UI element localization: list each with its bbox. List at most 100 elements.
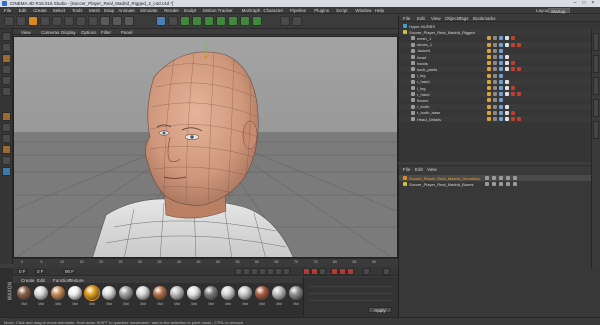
menu-snap[interactable]: Snap <box>104 8 115 13</box>
viewport-menu-filter[interactable]: Filter <box>101 30 111 35</box>
model-mode-icon[interactable] <box>2 43 11 52</box>
material-menu-edit[interactable]: Edit <box>37 278 45 283</box>
om-menu-file[interactable]: File <box>403 16 410 21</box>
object-row[interactable]: Soccer_Player_Real_Madrid_Rigged <box>399 29 600 36</box>
viewport-menu-display[interactable]: Display <box>61 30 76 35</box>
phong-tag-icon[interactable] <box>487 73 491 78</box>
menu-select[interactable]: Select <box>53 8 66 13</box>
close-button[interactable]: × <box>590 1 596 6</box>
array-icon[interactable] <box>216 16 226 26</box>
texture-tag-icon[interactable] <box>499 55 503 59</box>
phong-tag-icon[interactable] <box>487 67 491 72</box>
record-scale-button[interactable] <box>347 268 354 275</box>
weight-tag-icon[interactable] <box>511 92 515 97</box>
frame-current-field[interactable]: 0 F <box>35 269 46 274</box>
material-swatch[interactable] <box>153 286 167 300</box>
menu-sculpt[interactable]: Sculpt <box>184 8 197 13</box>
material-tag-icon[interactable] <box>493 61 497 66</box>
uvw-tag-icon[interactable] <box>505 61 509 66</box>
material-tag-icon[interactable] <box>493 36 497 41</box>
material-swatch[interactable] <box>272 286 286 300</box>
uvw-tag-icon[interactable] <box>505 104 509 109</box>
object-row[interactable]: r_hand <box>399 78 600 85</box>
layer-flag-icon[interactable] <box>485 182 489 186</box>
floor-icon[interactable] <box>240 16 250 26</box>
skin-tag-icon[interactable] <box>517 42 521 47</box>
uvw-tag-icon[interactable] <box>505 117 509 121</box>
uvw-tag-icon[interactable] <box>505 55 509 59</box>
light-icon[interactable] <box>280 16 290 26</box>
viewport-perspective[interactable]: Perspective <box>13 36 398 258</box>
menu-simulate[interactable]: Simulate <box>140 8 158 13</box>
settings-icon[interactable] <box>292 16 302 26</box>
autokey-button[interactable] <box>311 268 318 275</box>
material-tag-icon[interactable] <box>493 55 497 59</box>
cube-icon[interactable] <box>180 16 190 26</box>
camera-icon[interactable] <box>252 16 262 26</box>
next-frame-button[interactable] <box>267 268 274 275</box>
texture-tag-icon[interactable] <box>499 48 503 53</box>
material-tag-icon[interactable] <box>493 67 497 72</box>
material-tag-icon[interactable] <box>493 92 497 97</box>
object-row[interactable]: shoes_1 <box>399 41 600 48</box>
layer-flag-icon[interactable] <box>485 176 489 180</box>
material-swatch[interactable] <box>238 286 252 300</box>
prev-frame-button[interactable] <box>251 268 258 275</box>
material-swatch[interactable] <box>34 286 48 300</box>
uvw-tag-icon[interactable] <box>505 67 509 72</box>
texture-tag-icon[interactable] <box>499 92 503 97</box>
pla-button[interactable] <box>363 268 370 275</box>
record-rotation-button[interactable] <box>339 268 346 275</box>
weight-tag-icon[interactable] <box>511 61 515 66</box>
coord-row-x[interactable] <box>308 283 393 287</box>
viewport-menu-view[interactable]: View <box>21 30 31 35</box>
viewport-menu-options[interactable]: Options <box>81 30 97 35</box>
weight-tag-icon[interactable] <box>511 67 515 72</box>
material-tag-icon[interactable] <box>493 73 497 78</box>
material-menu-texture[interactable]: Texture <box>69 278 84 283</box>
texture-tag-icon[interactable] <box>499 104 503 109</box>
menu-edit[interactable]: Edit <box>19 8 27 13</box>
uvw-tag-icon[interactable] <box>505 86 509 90</box>
material-tag-icon[interactable] <box>493 117 497 121</box>
material-tag-icon[interactable] <box>493 110 497 115</box>
uvw-tag-icon[interactable] <box>505 92 509 97</box>
structure-tab[interactable] <box>593 77 599 95</box>
apply-button[interactable]: Apply <box>368 307 392 313</box>
menu-mesh[interactable]: Mesh <box>89 8 100 13</box>
material-swatch[interactable] <box>187 286 201 300</box>
material-menu-create[interactable]: Create <box>21 278 35 283</box>
phong-tag-icon[interactable] <box>487 104 491 109</box>
menu-help[interactable]: Help <box>375 8 384 13</box>
live-selection-icon[interactable] <box>28 16 38 26</box>
goto-end-button[interactable] <box>283 268 290 275</box>
material-tag-icon[interactable] <box>493 104 497 109</box>
layer-row[interactable]: Soccer_Player_Real_Madrid_Bones <box>399 181 600 187</box>
material-swatch[interactable] <box>68 286 82 300</box>
y-axis-icon[interactable] <box>100 16 110 26</box>
material-swatch[interactable] <box>170 286 184 300</box>
coord-row-z[interactable] <box>308 297 393 301</box>
weight-tag-icon[interactable] <box>511 117 515 121</box>
material-tag-icon[interactable] <box>493 79 497 84</box>
phong-tag-icon[interactable] <box>487 36 491 41</box>
texture-tag-icon[interactable] <box>499 61 503 66</box>
material-swatch[interactable] <box>255 286 269 300</box>
object-row[interactable]: sock_pants <box>399 66 600 73</box>
viewport-menu-panel[interactable]: Panel <box>121 30 133 35</box>
phong-tag-icon[interactable] <box>487 117 491 121</box>
object-row[interactable]: Bones <box>399 97 600 103</box>
timeline-ruler[interactable]: 0 5 10 15 20 25 30 35 40 45 50 55 60 65 70 75 80 85 90 <box>13 258 398 267</box>
material-tag-icon[interactable] <box>493 98 497 103</box>
phong-tag-icon[interactable] <box>487 79 491 84</box>
layer-flag-icon[interactable] <box>492 182 496 186</box>
deformer-icon[interactable] <box>228 16 238 26</box>
material-swatch[interactable] <box>17 286 31 300</box>
texture-tag-icon[interactable] <box>499 110 503 115</box>
layer-flag-icon[interactable] <box>513 182 517 186</box>
om-menu-tags[interactable]: Tags <box>459 16 469 21</box>
material-tag-icon[interactable] <box>493 48 497 53</box>
texture-tag-icon[interactable] <box>499 86 503 90</box>
om-menu-objects[interactable]: Objects <box>445 16 460 21</box>
om-menu-edit[interactable]: Edit <box>417 16 425 21</box>
